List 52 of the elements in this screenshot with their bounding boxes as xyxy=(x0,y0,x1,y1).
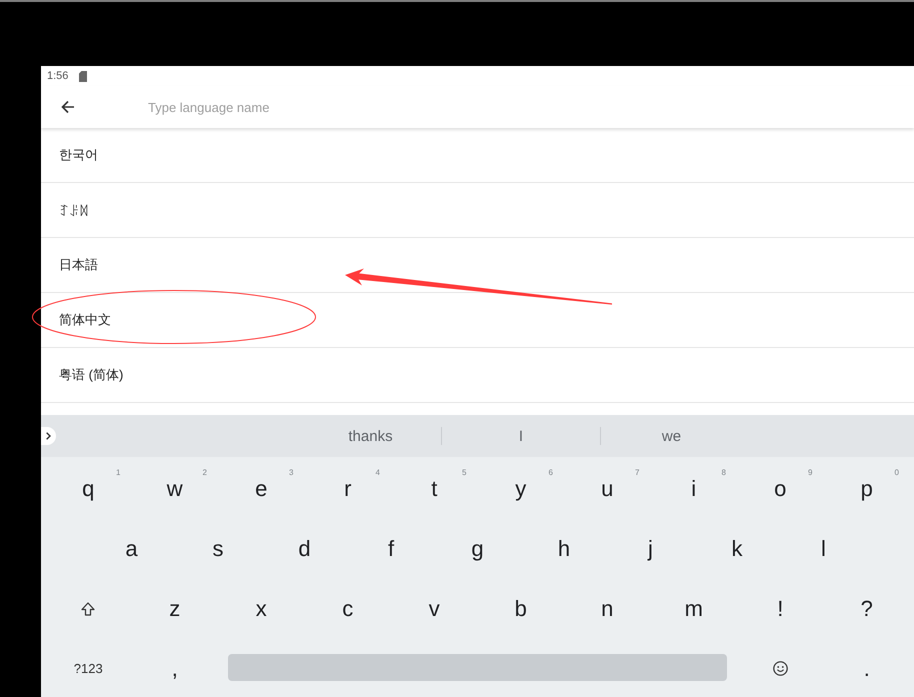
key-hint: 5 xyxy=(462,468,466,477)
keyboard-key[interactable]: l xyxy=(808,532,838,566)
keyboard-key[interactable]: ! xyxy=(765,592,796,626)
keyboard-key[interactable]: d xyxy=(290,532,320,566)
keyboard-key[interactable]: ? xyxy=(852,592,882,626)
smiley-icon xyxy=(772,661,788,676)
keyboard-key[interactable]: m xyxy=(678,592,709,626)
keyboard-key[interactable]: u xyxy=(592,472,622,506)
key-hint: 4 xyxy=(376,468,380,477)
keyboard-key[interactable]: f xyxy=(376,532,406,566)
keyboard-key[interactable]: , xyxy=(160,652,190,686)
keyboard-key[interactable]: y xyxy=(506,472,536,506)
symbols-key[interactable]: ?123 xyxy=(68,652,109,686)
status-time: 1:56 xyxy=(47,70,68,82)
keyboard-key[interactable]: h xyxy=(549,532,579,566)
keyboard-key[interactable]: j xyxy=(636,532,666,566)
keyboard-key[interactable]: g xyxy=(462,532,492,566)
suggestion-item[interactable]: thanks xyxy=(344,426,397,446)
keyboard-key[interactable]: n xyxy=(592,592,622,626)
shift-icon xyxy=(81,602,96,616)
keyboard-key[interactable]: . xyxy=(852,652,882,686)
suggestion-item[interactable]: we xyxy=(658,426,686,446)
search-field[interactable]: Type language name xyxy=(148,95,898,119)
key-hint: 7 xyxy=(635,468,640,477)
key-hint: 9 xyxy=(808,468,812,477)
key-hint: 8 xyxy=(722,468,726,477)
keyboard-key[interactable]: b xyxy=(506,592,536,626)
keyboard-key[interactable]: a xyxy=(116,532,146,566)
keyboard-key[interactable]: k xyxy=(722,532,752,566)
keyboard-key[interactable]: s xyxy=(203,532,233,566)
key-hint: 2 xyxy=(202,468,207,477)
keyboard-key[interactable]: z xyxy=(160,592,190,626)
back-arrow-icon xyxy=(61,100,75,114)
keyboard-key[interactable]: t xyxy=(419,472,450,506)
keyboard-key[interactable]: r xyxy=(332,472,363,506)
suggestion-item[interactable]: I xyxy=(514,426,528,446)
key-hint: 6 xyxy=(548,468,553,477)
keyboard-key[interactable]: p xyxy=(852,472,882,506)
key-hint: 0 xyxy=(894,468,899,477)
key-hint: 3 xyxy=(289,468,294,477)
keyboard-key[interactable]: c xyxy=(332,592,363,626)
expand-button[interactable] xyxy=(41,427,56,445)
sd-card-icon xyxy=(79,70,88,82)
keyboard-key[interactable]: x xyxy=(246,592,276,626)
chevron-icon xyxy=(46,432,51,440)
key-hint: 1 xyxy=(116,468,120,477)
keyboard-key[interactable]: o xyxy=(765,472,796,506)
keyboard-key[interactable]: e xyxy=(246,472,276,506)
keyboard-key[interactable]: i xyxy=(678,472,709,506)
keyboard-key[interactable]: q xyxy=(73,472,104,506)
keyboard-key[interactable]: v xyxy=(419,592,450,626)
keyboard-key[interactable]: w xyxy=(160,472,190,506)
